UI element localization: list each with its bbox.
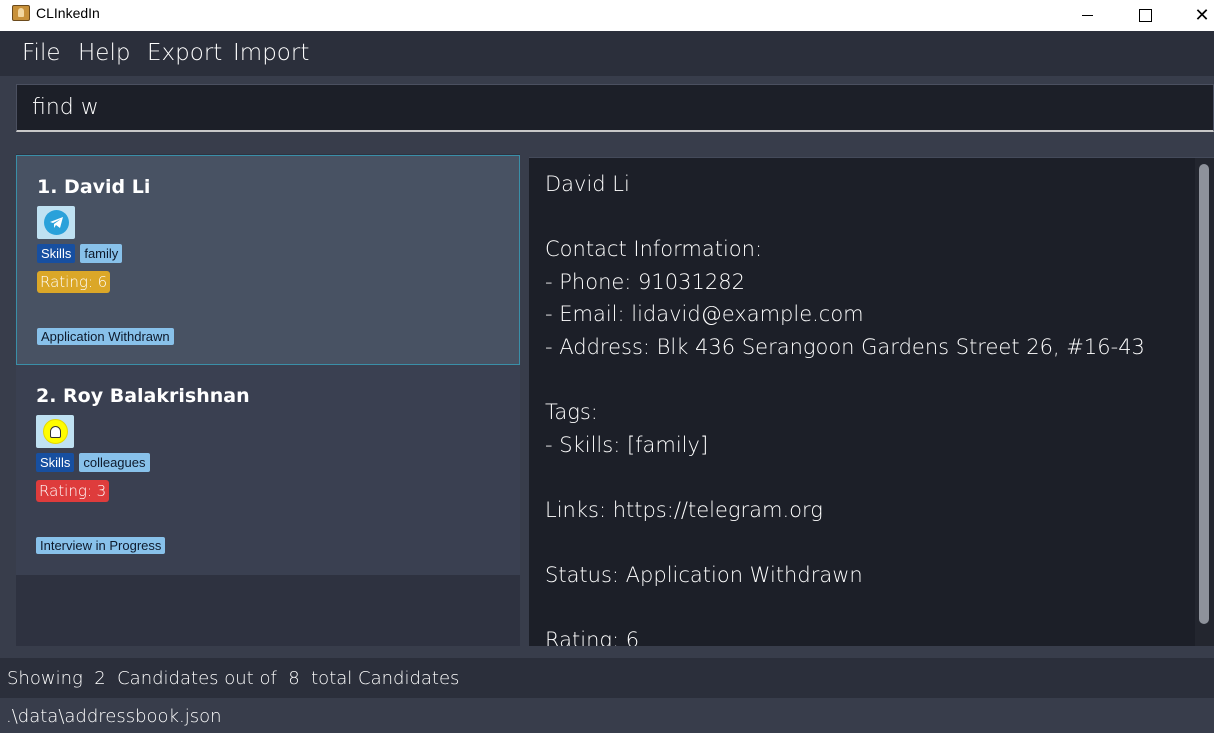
result-count-text: Showing 2 Candidates out of 8 total Cand…	[7, 668, 460, 689]
menu-import[interactable]: Import	[233, 40, 309, 66]
detail-email: - Email: lidavid@example.com	[545, 302, 864, 327]
rating-badge: Rating: 6	[37, 271, 111, 293]
tag: colleagues	[79, 453, 150, 472]
command-text: find w	[32, 95, 99, 120]
candidate-name: 1. David Li	[37, 176, 151, 198]
detail-text: David Li Contact Information: - Phone: 9…	[545, 168, 1185, 646]
candidate-list[interactable]: 1. David Li Skills family Rating: 6 Appl…	[16, 154, 520, 646]
detail-status: Status: Application Withdrawn	[545, 563, 863, 588]
detail-name: David Li	[545, 172, 630, 196]
maximize-button[interactable]	[1122, 0, 1168, 31]
tag-category: Skills	[37, 244, 76, 263]
tag-list: Skills family	[37, 244, 123, 263]
detail-tags-header: Tags:	[545, 400, 598, 425]
minimize-button[interactable]	[1064, 0, 1110, 31]
status-badge: Interview in Progress	[36, 537, 166, 554]
telegram-icon[interactable]	[37, 206, 75, 239]
menu-help[interactable]: Help	[78, 40, 130, 66]
app-icon	[12, 5, 30, 21]
detail-contact-header: Contact Information:	[545, 237, 763, 262]
menu-file[interactable]: File	[22, 40, 61, 66]
result-status-bar: Showing 2 Candidates out of 8 total Cand…	[0, 658, 1214, 698]
menu-export[interactable]: Export	[147, 40, 222, 66]
tag-list: Skills colleagues	[36, 453, 150, 472]
candidate-detail-panel[interactable]: David Li Contact Information: - Phone: 9…	[529, 157, 1214, 646]
close-button[interactable]: ✕	[1179, 0, 1214, 31]
detail-skills: - Skills: [family]	[545, 432, 709, 457]
command-area: find w	[0, 76, 1214, 142]
save-location-path: .\data\addressbook.json	[6, 706, 222, 727]
footer-bar: .\data\addressbook.json	[0, 698, 1214, 733]
rating-badge: Rating: 3	[36, 480, 110, 502]
snapchat-icon[interactable]	[36, 415, 74, 448]
vertical-scrollbar[interactable]	[1195, 158, 1214, 646]
tag: family	[80, 244, 123, 263]
detail-links: Links: https://telegram.org	[545, 497, 823, 522]
candidate-card[interactable]: 1. David Li Skills family Rating: 6 Appl…	[16, 155, 520, 365]
status-badge: Application Withdrawn	[37, 328, 174, 345]
candidate-name: 2. Roy Balakrishnan	[36, 385, 250, 407]
candidate-card[interactable]: 2. Roy Balakrishnan Skills colleagues Ra…	[16, 365, 520, 575]
detail-rating: Rating: 6	[545, 628, 640, 646]
tag-category: Skills	[36, 453, 75, 472]
window-title: CLInkedIn	[36, 5, 100, 21]
menu-bar: File Help Export Import	[0, 31, 1214, 76]
scrollbar-thumb[interactable]	[1199, 164, 1209, 624]
title-bar: CLInkedIn ✕	[0, 0, 1214, 31]
detail-phone: - Phone: 91031282	[545, 269, 745, 294]
detail-address: - Address: Blk 436 Serangoon Gardens Str…	[545, 334, 1145, 359]
command-input[interactable]: find w	[16, 84, 1214, 132]
